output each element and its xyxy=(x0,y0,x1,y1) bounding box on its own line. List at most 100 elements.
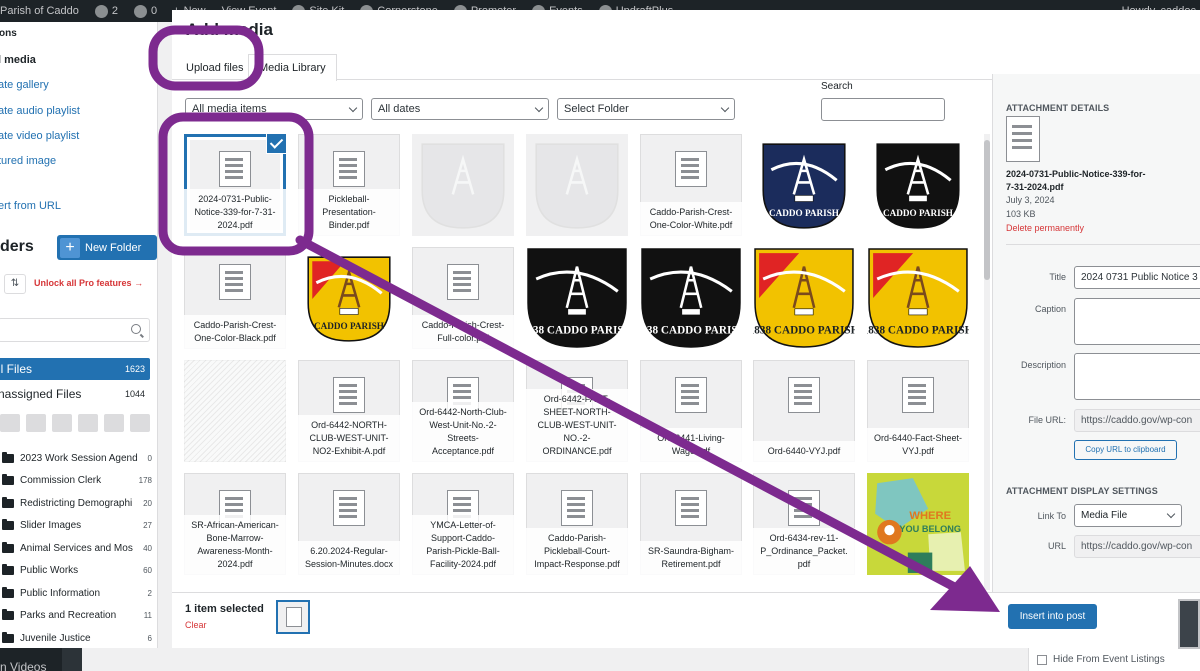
delete-permanently-link[interactable]: Delete permanently xyxy=(1006,223,1084,233)
document-icon xyxy=(219,264,251,300)
menu-insert-media[interactable]: l media xyxy=(0,54,36,66)
attachment-tile[interactable]: WHERE YOU BELONG xyxy=(867,473,969,575)
title-input[interactable]: 2024 0731 Public Notice 3 xyxy=(1074,266,1200,289)
attachment-tile[interactable]: 2024-0731-Public-Notice-339-for-7-31-202… xyxy=(184,134,286,236)
media-search-input[interactable] xyxy=(821,98,945,121)
paste-icon[interactable] xyxy=(78,414,98,432)
attachment-tile[interactable]: CADDO PARISH xyxy=(867,134,969,236)
menu-create-gallery[interactable]: ate gallery xyxy=(0,79,49,91)
cut-icon[interactable] xyxy=(26,414,46,432)
link-to-select[interactable]: Media File xyxy=(1074,504,1182,527)
attachment-tile[interactable]: Ord-6442-North-Club-West-Unit-No.-2-Stre… xyxy=(412,360,514,462)
folder-item[interactable]: Public Works 60 xyxy=(0,562,152,580)
url-input[interactable]: https://caddo.gov/wp-con xyxy=(1074,535,1200,558)
folder-item[interactable]: Commission Clerk 178 xyxy=(0,472,152,490)
attachment-tile[interactable]: CADDO PARISH xyxy=(753,134,855,236)
attachment-tile[interactable] xyxy=(412,134,514,236)
background-menu-item: n Videos xyxy=(0,648,62,671)
date-select[interactable]: All dates xyxy=(371,98,549,120)
seal-text: 1838 CADDO PARISH xyxy=(640,324,742,336)
admin-bar-comments[interactable]: 0 xyxy=(134,4,157,18)
site-name[interactable]: Parish of Caddo xyxy=(0,5,79,17)
folder-select[interactable]: Select Folder xyxy=(557,98,735,120)
unlock-pro-link[interactable]: Unlock all Pro features → xyxy=(34,278,143,288)
copy-icon[interactable] xyxy=(52,414,72,432)
admin-bar-updates[interactable]: 2 xyxy=(94,4,118,18)
download-icon[interactable] xyxy=(104,414,124,432)
caption-textarea[interactable] xyxy=(1074,298,1200,345)
menu-featured-image[interactable]: tured image xyxy=(0,155,56,167)
selected-check-icon[interactable] xyxy=(267,134,286,153)
updates-icon xyxy=(94,4,108,18)
attachment-tile[interactable]: YMCA-Letter-of-Support-Caddo-Parish-Pick… xyxy=(412,473,514,575)
attachment-tile[interactable]: 1838 CADDO PARISH xyxy=(753,247,855,349)
folder-search-input[interactable] xyxy=(0,318,150,342)
attachment-tile[interactable]: 1838 CADDO PARISH xyxy=(867,247,969,349)
attachment-tile[interactable]: Caddo-Parish-Crest-One-Color-Black.pdf xyxy=(184,247,286,349)
folder-item[interactable]: Public Information 2 xyxy=(0,584,152,602)
scrollbar-thumb[interactable] xyxy=(984,140,990,280)
document-icon xyxy=(447,264,479,300)
menu-create-video-playlist[interactable]: ate video playlist xyxy=(0,130,79,142)
copy-url-button[interactable]: Copy URL to clipboard xyxy=(1074,440,1177,460)
all-files-item[interactable]: ll Files 1623 xyxy=(0,358,150,380)
folder-item[interactable]: Juvenile Justice 6 xyxy=(0,629,152,647)
folder-item[interactable]: Animal Services and Mos 40 xyxy=(0,539,152,557)
attachment-tile[interactable]: Ord-6440-Fact-Sheet-VYJ.pdf xyxy=(867,360,969,462)
search-icon xyxy=(131,324,141,334)
caddo-seal-image: 1838 CADDO PARISH xyxy=(640,247,742,349)
display-settings-heading: ATTACHMENT DISPLAY SETTINGS xyxy=(1006,486,1158,496)
sort-icon[interactable]: ⇅ xyxy=(4,274,26,294)
file-url-input[interactable]: https://caddo.gov/wp-con xyxy=(1074,409,1200,432)
folder-item[interactable]: Slider Images 27 xyxy=(0,517,152,535)
attachment-details-sidebar: ATTACHMENT DETAILS 2024-0731-Public-Noti… xyxy=(992,74,1200,592)
folder-icon xyxy=(2,451,14,463)
folder-item[interactable]: 2023 Work Session Agend 0 xyxy=(0,449,152,467)
clear-selection-link[interactable]: Clear xyxy=(185,620,207,630)
attachment-tile[interactable]: Ord-6440-VYJ.pdf xyxy=(753,360,855,462)
folder-icon xyxy=(2,519,14,530)
folder-count: 178 xyxy=(138,476,152,485)
folder-icon xyxy=(2,564,14,575)
media-type-select[interactable]: All media items xyxy=(185,98,363,120)
media-type-value: All media items xyxy=(192,103,267,115)
new-subfolder-icon[interactable] xyxy=(0,414,20,432)
attachment-tile[interactable]: Ord-6442-NORTH-CLUB-WEST-UNIT-NO2-Exhibi… xyxy=(298,360,400,462)
attachment-tile[interactable]: 1838 CADDO PARISH xyxy=(526,247,628,349)
attachment-filename: 2024-0731-Public-Notice-339-for-7-31-202… xyxy=(1006,169,1146,192)
attachment-tile[interactable]: 1838 CADDO PARISH xyxy=(640,247,742,349)
delete-icon[interactable] xyxy=(130,414,150,432)
attachment-filename: Caddo-Parish-Crest-One-Color-Black.pdf xyxy=(184,315,286,349)
selected-thumbnail[interactable] xyxy=(276,600,310,634)
chevron-down-icon xyxy=(534,103,544,113)
folder-item[interactable]: Parks and Recreation 11 xyxy=(0,607,152,625)
admin-bar-site[interactable]: Parish of Caddo xyxy=(0,5,79,17)
new-folder-label: New Folder xyxy=(85,241,142,254)
attachment-filename: Ord-6442-FACT-SHEET-NORTH-CLUB-WEST-UNIT… xyxy=(526,389,628,462)
unassigned-files-item[interactable]: nassigned Files 1044 xyxy=(0,384,150,404)
attachment-tile[interactable] xyxy=(526,134,628,236)
hide-from-listings-checkbox[interactable] xyxy=(1037,655,1047,665)
attachment-tile[interactable]: SR-African-American-Bone-Marrow-Awarenes… xyxy=(184,473,286,575)
insert-into-post-button[interactable]: Insert into post xyxy=(1008,604,1097,629)
attachment-tile[interactable] xyxy=(184,360,286,462)
attachment-tile[interactable]: Ord-6441-Living-Wage.pdf xyxy=(640,360,742,462)
attachment-tile[interactable]: CADDO PARISH xyxy=(298,247,400,349)
menu-insert-from-url[interactable]: ert from URL xyxy=(0,200,61,212)
grid-scrollbar[interactable] xyxy=(984,134,990,590)
attachment-tile[interactable]: Pickleball-Presentation-Binder.pdf xyxy=(298,134,400,236)
attachment-tile[interactable]: Caddo-Parish-Crest-Full-color.pdf xyxy=(412,247,514,349)
folder-count: 20 xyxy=(143,498,152,508)
attachment-tile[interactable]: Ord-6442-FACT-SHEET-NORTH-CLUB-WEST-UNIT… xyxy=(526,360,628,462)
tab-media-library[interactable]: Media Library xyxy=(248,54,337,81)
new-folder-button[interactable]: + New Folder xyxy=(57,235,157,260)
attachment-tile[interactable]: Ord-6434-rev-11-P_Ordinance_Packet.pdf xyxy=(753,473,855,575)
folder-item[interactable]: Redistricting Demographi 20 xyxy=(0,494,152,512)
attachment-tile[interactable]: 6.20.2024-Regular-Session-Minutes.docx xyxy=(298,473,400,575)
attachment-tile[interactable]: Caddo-Parish-Crest-One-Color-White.pdf xyxy=(640,134,742,236)
menu-create-audio-playlist[interactable]: ate audio playlist xyxy=(0,105,80,117)
attachment-tile[interactable]: SR-Saundra-Bigham-Retirement.pdf xyxy=(640,473,742,575)
attachment-tile[interactable]: Caddo-Parish-Pickleball-Court-Impact-Res… xyxy=(526,473,628,575)
tab-upload-files[interactable]: Upload files xyxy=(175,54,254,81)
description-textarea[interactable] xyxy=(1074,353,1200,400)
